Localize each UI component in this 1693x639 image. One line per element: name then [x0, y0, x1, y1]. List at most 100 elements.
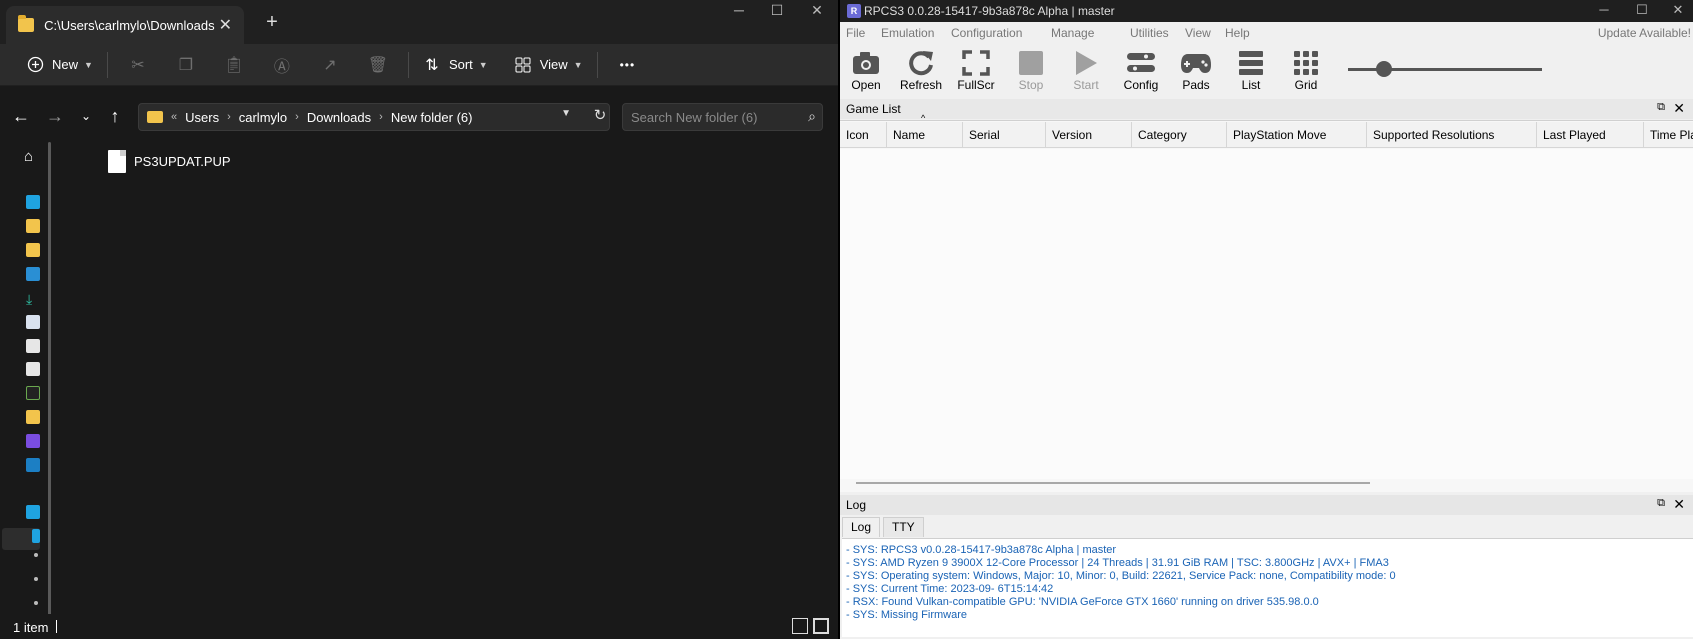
close-dock-icon[interactable]: ✕	[1673, 496, 1685, 513]
fullscreen-button[interactable]: FullScr	[951, 48, 1001, 92]
close-window-button[interactable]: ✕	[798, 0, 836, 20]
column-header-category[interactable]: Category	[1132, 122, 1227, 148]
share-icon[interactable]: ↗	[306, 49, 354, 81]
camera-open-icon	[841, 48, 891, 78]
videos-icon[interactable]	[26, 434, 40, 448]
config-button[interactable]: Config	[1116, 48, 1166, 92]
refresh-icon[interactable]: ↻	[589, 106, 611, 128]
recent-locations-icon[interactable]: ⌄	[74, 104, 98, 128]
close-window-button[interactable]: ✕	[1663, 2, 1693, 18]
column-header-time-played[interactable]: Time Played	[1644, 122, 1693, 148]
window-title: RPCS3 0.0.28-15417-9b3a878c Alpha | mast…	[864, 4, 1115, 18]
minimize-button[interactable]: ─	[720, 0, 758, 20]
chevron-down-icon[interactable]: ▼	[561, 108, 571, 119]
folder-icon[interactable]	[26, 219, 40, 233]
menu-emulation[interactable]: Emulation	[881, 26, 934, 40]
column-header-name[interactable]: Name	[887, 122, 963, 148]
file-item[interactable]: PS3UPDAT.PUP	[108, 150, 231, 173]
list-icon	[1226, 48, 1276, 78]
sort-button[interactable]: ⇅ Sort ▼	[415, 49, 496, 81]
update-available-link[interactable]: Update Available!	[1598, 26, 1691, 40]
file-icon[interactable]	[26, 339, 40, 353]
menu-file[interactable]: File	[846, 26, 865, 40]
column-header-serial[interactable]: Serial	[963, 122, 1046, 148]
icon-size-slider-handle[interactable]	[1376, 61, 1392, 77]
view-label: View	[539, 57, 568, 72]
float-dock-icon[interactable]: ⧉	[1657, 497, 1665, 510]
menu-configuration[interactable]: Configuration	[951, 26, 1022, 40]
more-options-button[interactable]: •••	[612, 49, 644, 81]
home-icon[interactable]: ⌂	[24, 148, 38, 165]
stop-button[interactable]: Stop	[1006, 48, 1056, 92]
address-bar[interactable]: « Users › carlmylo › Downloads › New fol…	[138, 103, 610, 131]
grid-view-button[interactable]: Grid	[1281, 48, 1331, 92]
menu-help[interactable]: Help	[1225, 26, 1250, 40]
horizontal-scrollbar[interactable]	[856, 482, 1370, 484]
maximize-button[interactable]: ☐	[1627, 2, 1657, 18]
start-button[interactable]: Start	[1061, 48, 1111, 92]
search-input[interactable]	[631, 109, 801, 125]
close-tab-icon[interactable]: ✕	[215, 15, 236, 35]
new-tab-button[interactable]: +	[262, 12, 282, 32]
status-separator	[56, 620, 57, 633]
tab-tty[interactable]: TTY	[883, 517, 924, 537]
log-line: - SYS: AMD Ryzen 9 3900X 12-Core Process…	[846, 557, 1389, 569]
large-icons-view-icon[interactable]	[813, 618, 829, 634]
breadcrumb-item[interactable]: carlmylo	[239, 110, 287, 125]
documents-icon[interactable]	[26, 315, 40, 329]
paste-icon[interactable]: 📋︎	[210, 49, 258, 81]
pictures-icon[interactable]	[26, 267, 40, 281]
column-header-playstation-move[interactable]: PlayStation Move	[1227, 122, 1367, 148]
search-icon[interactable]: ⌕	[808, 108, 816, 125]
breadcrumb-item[interactable]: New folder (6)	[391, 110, 473, 125]
menu-view[interactable]: View	[1185, 26, 1211, 40]
downloads-icon[interactable]: ⤓	[26, 291, 40, 307]
nav-pane-scrollbar[interactable]	[48, 142, 51, 617]
copy-icon[interactable]: ❐	[162, 49, 210, 81]
view-button[interactable]: View ▼	[506, 49, 591, 81]
column-header-last-played[interactable]: Last Played	[1537, 122, 1644, 148]
drive-icon[interactable]	[32, 529, 40, 543]
search-box[interactable]: ⌕	[622, 103, 823, 131]
drive-icon[interactable]	[34, 601, 38, 605]
log-output[interactable]: - SYS: RPCS3 v0.0.28-15417-9b3a878c Alph…	[842, 538, 1693, 637]
breadcrumb-item[interactable]: Downloads	[307, 110, 371, 125]
desktop-icon[interactable]	[26, 195, 40, 209]
folder-icon[interactable]	[26, 410, 40, 424]
maximize-button[interactable]: ☐	[758, 0, 796, 20]
back-arrow-icon[interactable]: ←	[9, 104, 33, 128]
column-header-supported-resolutions[interactable]: Supported Resolutions	[1367, 122, 1537, 148]
music-icon[interactable]	[26, 458, 40, 472]
this-pc-icon[interactable]	[26, 505, 40, 519]
forward-arrow-icon[interactable]: →	[43, 104, 67, 128]
game-list-body[interactable]	[840, 149, 1693, 479]
cut-icon[interactable]: ✂	[114, 49, 162, 81]
menu-utilities[interactable]: Utilities	[1130, 26, 1169, 40]
rpcs3-logo-icon: R	[847, 4, 861, 18]
pads-button[interactable]: Pads	[1171, 48, 1221, 92]
terminal-icon[interactable]	[26, 386, 40, 400]
menu-manage[interactable]: Manage	[1051, 26, 1094, 40]
drive-icon[interactable]	[34, 577, 38, 581]
tab-log[interactable]: Log	[842, 517, 881, 537]
details-view-icon[interactable]	[792, 618, 808, 634]
drive-icon[interactable]	[34, 553, 38, 557]
folder-icon[interactable]	[26, 243, 40, 257]
close-dock-icon[interactable]: ✕	[1673, 100, 1685, 117]
sort-indicator-icon: ^	[921, 113, 926, 123]
open-button[interactable]: Open	[841, 48, 891, 92]
rename-icon[interactable]: Ⓐ	[258, 49, 306, 81]
delete-icon[interactable]: 🗑︎	[354, 49, 402, 81]
explorer-tab[interactable]: C:\Users\carlmylo\Downloads ✕	[6, 6, 244, 44]
list-view-button[interactable]: List	[1226, 48, 1276, 92]
breadcrumb-item[interactable]: Users	[185, 110, 219, 125]
column-header-version[interactable]: Version	[1046, 122, 1132, 148]
file-icon[interactable]	[26, 362, 40, 376]
new-button[interactable]: New ▼	[18, 49, 101, 81]
breadcrumb-overflow[interactable]: «	[171, 111, 177, 123]
refresh-button[interactable]: Refresh	[896, 48, 946, 92]
up-arrow-icon[interactable]: ↑	[103, 104, 127, 128]
column-header-icon[interactable]: Icon	[840, 122, 887, 148]
minimize-button[interactable]: ─	[1589, 2, 1619, 17]
float-dock-icon[interactable]: ⧉	[1657, 101, 1665, 114]
